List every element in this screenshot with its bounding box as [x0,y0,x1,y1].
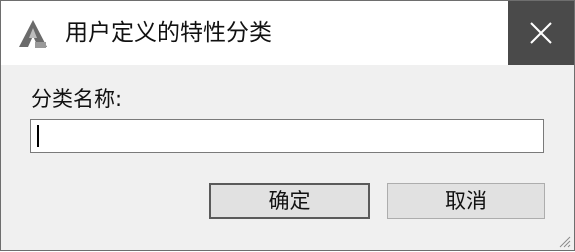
category-name-input[interactable] [30,119,544,153]
cancel-button[interactable]: 取消 [387,183,545,219]
close-button[interactable] [508,1,574,65]
autocad-icon [18,19,48,49]
dialog-window: 用户定义的特性分类 分类名称: 确定 取消 [0,0,575,251]
category-name-label: 分类名称: [31,87,123,111]
text-caret [37,125,39,147]
resize-grip-icon[interactable] [557,233,571,248]
ok-button[interactable]: 确定 [209,183,370,219]
window-title: 用户定义的特性分类 [65,20,272,46]
title-bar[interactable]: 用户定义的特性分类 [1,1,574,65]
close-icon [530,22,552,44]
